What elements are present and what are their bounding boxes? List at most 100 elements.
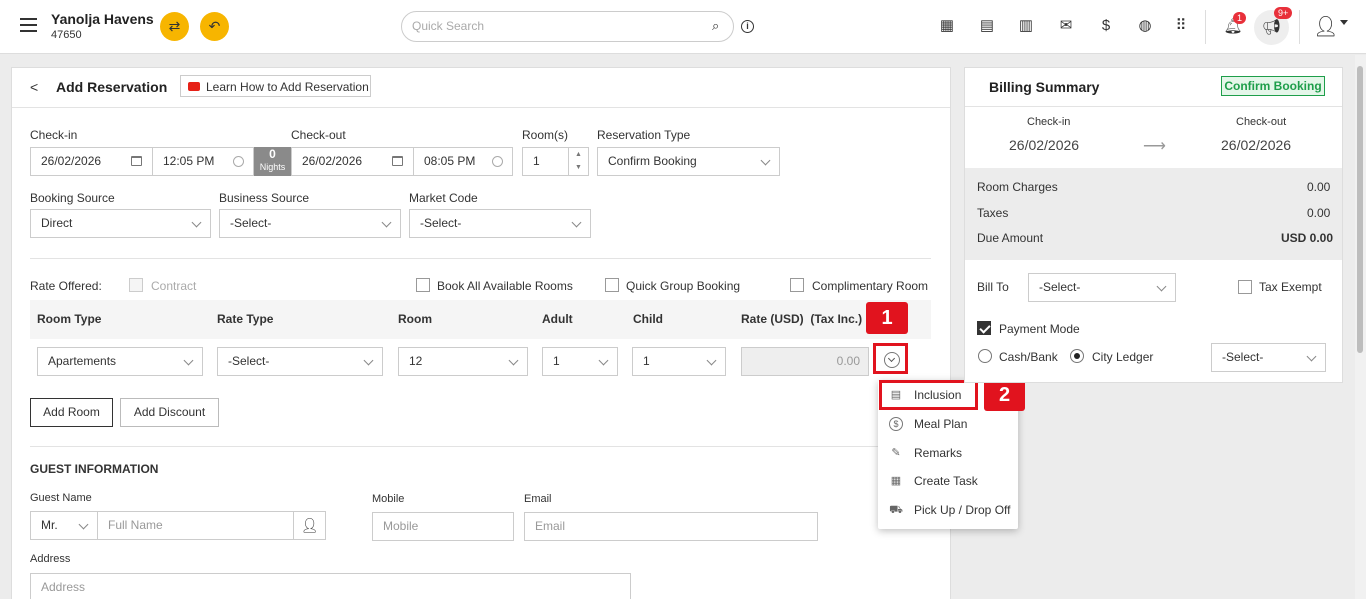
car-icon: ⛟ [889, 504, 903, 516]
menu-icon[interactable] [20, 18, 37, 32]
add-room-button[interactable]: Add Room [30, 398, 113, 427]
checkin-time-field[interactable]: 12:05 PM [152, 147, 254, 176]
menu-item-label: Remarks [914, 446, 963, 460]
full-name-input[interactable]: Full Name [97, 511, 294, 540]
checkout-time-field[interactable]: 08:05 PM [413, 147, 513, 176]
guest-info-title: GUEST INFORMATION [30, 462, 159, 476]
booking-source-select[interactable]: Direct [30, 209, 211, 238]
business-source-select[interactable]: -Select- [219, 209, 401, 238]
contract-checkbox[interactable] [129, 278, 143, 292]
stepper-arrows-icon[interactable]: ▲ ▼ [568, 148, 588, 175]
checkout-time-value: 08:05 PM [424, 154, 476, 168]
chevron-down-icon[interactable] [1340, 20, 1348, 25]
rate-offered-label: Rate Offered: [30, 279, 102, 293]
book-all-checkbox[interactable] [416, 278, 430, 292]
reservation-type-label: Reservation Type [597, 128, 691, 142]
rate-type-select[interactable]: -Select- [217, 347, 383, 376]
arrow-right-icon: ⟶ [1143, 138, 1166, 155]
quick-search[interactable]: ⌕ [401, 11, 734, 42]
search-input[interactable] [412, 19, 702, 33]
search-icon[interactable]: ⌕ [712, 18, 719, 34]
menu-item-remarks[interactable]: ✎ Remarks [878, 438, 1018, 467]
ledger-select[interactable]: -Select- [1211, 343, 1326, 372]
chevron-down-icon [381, 217, 392, 228]
due-amount-label: Due Amount [977, 231, 1044, 245]
payment-mode-checkbox[interactable] [977, 321, 991, 335]
cash-bank-radio[interactable] [978, 349, 992, 363]
business-source-value: -Select- [230, 216, 272, 230]
quick-group-label: Quick Group Booking [626, 279, 741, 293]
address-input[interactable]: Address [30, 573, 631, 599]
child-select[interactable]: 1 [632, 347, 726, 376]
undo-icon[interactable]: ↶ [200, 12, 229, 41]
back-icon[interactable]: < [30, 79, 38, 95]
booking-status-badge: Confirm Booking [1221, 76, 1325, 96]
meal-plan-icon: $ [889, 417, 903, 431]
nights-count: 0 [269, 147, 276, 161]
rooms-stepper[interactable]: 1 ▲ ▼ [522, 147, 589, 176]
calendar-icon[interactable]: ▥ [1015, 15, 1037, 37]
chevron-down-icon [598, 355, 609, 366]
market-code-label: Market Code [409, 191, 478, 205]
tax-exempt-label: Tax Exempt [1259, 280, 1322, 294]
rate-value: 0.00 [836, 354, 860, 368]
menu-item-meal-plan[interactable]: $ Meal Plan [878, 409, 1018, 438]
divider [30, 258, 931, 259]
menu-item-pickup-dropoff[interactable]: ⛟ Pick Up / Drop Off [878, 495, 1018, 524]
add-discount-button[interactable]: Add Discount [120, 398, 219, 427]
guest-lookup-icon[interactable]: 👤︎ [293, 511, 326, 540]
apps-grid-icon[interactable]: ⠿ [1170, 15, 1192, 37]
adult-value: 1 [553, 354, 560, 368]
rate-input[interactable]: 0.00 [741, 347, 869, 376]
calendar-check-icon[interactable]: ▤ [976, 15, 998, 37]
mobile-input[interactable]: Mobile [372, 512, 514, 541]
market-code-select[interactable]: -Select- [409, 209, 591, 238]
reservation-type-select[interactable]: Confirm Booking [597, 147, 780, 176]
book-all-label: Book All Available Rooms [437, 279, 573, 293]
chevron-down-icon [183, 355, 194, 366]
chevron-down-icon [706, 355, 717, 366]
more-options-icon[interactable] [884, 352, 900, 368]
mail-icon[interactable]: ✉ [1055, 15, 1077, 37]
room-select[interactable]: 12 [398, 347, 528, 376]
menu-item-create-task[interactable]: ▦ Create Task [878, 466, 1018, 495]
learn-link-label: Learn How to Add Reservation [206, 80, 369, 94]
room-charges-label: Room Charges [977, 180, 1058, 194]
ledger-select-value: -Select- [1222, 350, 1264, 364]
page-title: Add Reservation [56, 79, 168, 95]
taxes-label: Taxes [977, 206, 1009, 220]
menu-item-label: Pick Up / Drop Off [914, 503, 1011, 517]
adult-select[interactable]: 1 [542, 347, 618, 376]
rooms-label: Room(s) [522, 128, 569, 142]
notification-badge: 1 [1233, 12, 1247, 24]
checkin-date-field[interactable]: 26/02/2026 [30, 147, 153, 176]
email-label: Email [524, 493, 552, 505]
info-icon[interactable]: i [741, 20, 754, 33]
billing-checkout-date: 26/02/2026 [1221, 137, 1292, 153]
city-ledger-radio[interactable] [1070, 349, 1084, 363]
address-label: Address [30, 553, 71, 565]
tax-exempt-checkbox[interactable] [1238, 280, 1252, 294]
chevron-down-icon [363, 355, 374, 366]
contract-label: Contract [151, 279, 197, 293]
learn-link[interactable]: Learn How to Add Reservation [180, 75, 371, 97]
quick-group-checkbox[interactable] [605, 278, 619, 292]
calendar-add-icon[interactable]: ▦ [936, 15, 958, 37]
globe-icon[interactable]: ◍ [1134, 15, 1156, 37]
dollar-icon[interactable]: $ [1095, 15, 1117, 37]
bill-to-select[interactable]: -Select- [1028, 273, 1176, 302]
room-type-select[interactable]: Apartements [37, 347, 203, 376]
menu-item-label: Create Task [914, 474, 978, 488]
scrollbar-thumb[interactable] [1357, 66, 1363, 353]
complimentary-checkbox[interactable] [790, 278, 804, 292]
step-2-tag: 2 [984, 380, 1025, 411]
email-input[interactable]: Email [524, 512, 818, 541]
checkout-date-field[interactable]: 26/02/2026 [291, 147, 414, 176]
shuffle-icon[interactable]: ⇄ [160, 12, 189, 41]
user-icon[interactable]: 👤︎ [1313, 14, 1338, 39]
rate-type-value: -Select- [228, 354, 270, 368]
task-icon: ▦ [890, 475, 902, 487]
salutation-select[interactable]: Mr. [30, 511, 98, 540]
hotel-name: Yanolja Havens [51, 11, 154, 27]
business-source-label: Business Source [219, 191, 310, 205]
